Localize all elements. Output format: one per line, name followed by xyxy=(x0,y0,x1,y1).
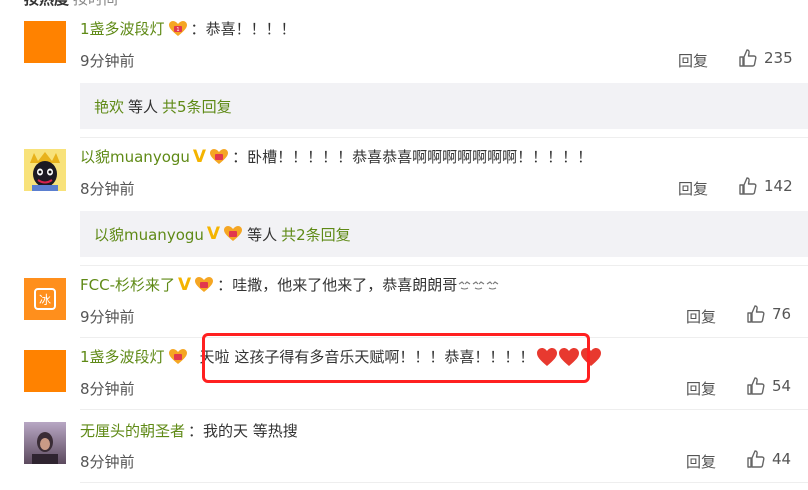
reply-button[interactable]: 回复 xyxy=(678,178,708,199)
replies-box[interactable]: 艳欢 等人 共5条回复 xyxy=(80,83,808,129)
svg-text:冰: 冰 xyxy=(39,293,51,307)
fan-badge-icon xyxy=(224,226,243,241)
comment-line: 无厘头的朝圣者 ： 我的天 等热搜 xyxy=(80,420,298,442)
reply-count-link[interactable]: 共2条回复 xyxy=(281,224,351,245)
avatar[interactable] xyxy=(24,21,66,63)
reply-box-plain: 等人 xyxy=(128,97,159,116)
thumbs-up-icon xyxy=(739,49,757,67)
replies-box[interactable]: 以貌muanyogu V 等人 共2条回复 xyxy=(80,211,808,257)
timestamp: 9分钟前 xyxy=(80,308,135,326)
fan-badge-icon xyxy=(168,349,187,364)
timestamp: 8分钟前 xyxy=(80,180,135,198)
sort-tabs-cut: 按热度按时间 xyxy=(24,0,118,9)
divider xyxy=(80,137,808,138)
like-count: 54 xyxy=(772,377,792,395)
timestamp: 8分钟前 xyxy=(80,453,135,471)
shy-face-icon xyxy=(486,280,499,290)
avatar-image: 冰 xyxy=(24,278,66,320)
avatar-image xyxy=(24,422,66,464)
reply-user-link[interactable]: 以貌muanyogu xyxy=(94,224,204,245)
avatar[interactable] xyxy=(24,350,66,392)
username-link[interactable]: 1盏多波段灯 xyxy=(80,346,165,368)
like-button[interactable]: 76 xyxy=(746,304,791,324)
username-link[interactable]: FCC-杉杉来了 xyxy=(80,274,175,296)
fan-badge-icon xyxy=(210,149,229,164)
comment-text: 我的天 等热搜 xyxy=(203,422,298,440)
comment-line: 以貌muanyogu V ： 卧槽！！！！！恭喜恭喜啊啊啊啊啊啊啊！！！！！ xyxy=(80,146,592,168)
comment-line: 1盏多波段灯 1 ： 恭喜！！！！ xyxy=(80,18,296,40)
highlight-box xyxy=(202,333,590,383)
divider xyxy=(80,482,808,483)
username-link[interactable]: 无厘头的朝圣者 xyxy=(80,420,185,442)
reply-user-link[interactable]: 艳欢 xyxy=(94,96,124,117)
comment-text: 卧槽！！！！！恭喜恭喜啊啊啊啊啊啊啊！！！！！ xyxy=(247,148,593,166)
like-button[interactable]: 142 xyxy=(738,176,793,196)
like-count: 142 xyxy=(764,177,793,195)
comment-text: 恭喜！！！！ xyxy=(205,20,296,38)
verified-v-icon: V xyxy=(178,275,192,295)
reply-button[interactable]: 回复 xyxy=(686,378,716,399)
shy-face-icon xyxy=(472,280,485,290)
thumbs-up-icon xyxy=(747,450,765,468)
fan-badge-icon xyxy=(195,277,214,292)
verified-v-icon: V xyxy=(206,224,221,244)
sort-hot-tab[interactable]: 按热度 xyxy=(24,0,69,8)
reply-button[interactable]: 回复 xyxy=(678,50,708,71)
comment-text: 哇撒，他来了他来了，恭喜朗朗哥 xyxy=(232,276,458,294)
svg-text:1: 1 xyxy=(176,27,179,33)
thumbs-up-icon xyxy=(747,305,765,323)
like-button[interactable]: 54 xyxy=(746,376,791,396)
avatar[interactable]: 冰 xyxy=(24,278,66,320)
reply-box-plain: 等人 xyxy=(247,225,278,244)
comment-line: FCC-杉杉来了 V ： 哇撒，他来了他来了，恭喜朗朗哥 xyxy=(80,274,499,296)
like-button[interactable]: 44 xyxy=(746,449,791,469)
like-button[interactable]: 235 xyxy=(738,48,793,68)
avatar-image xyxy=(24,149,66,191)
reply-button[interactable]: 回复 xyxy=(686,306,716,327)
reply-button[interactable]: 回复 xyxy=(686,451,716,472)
like-count: 235 xyxy=(764,49,793,67)
shy-face-icon xyxy=(458,280,471,290)
timestamp: 9分钟前 xyxy=(80,52,135,70)
thumbs-up-icon xyxy=(739,177,757,195)
sort-time-tab[interactable]: 按时间 xyxy=(73,0,118,8)
thumbs-up-icon xyxy=(747,377,765,395)
avatar[interactable] xyxy=(24,149,66,191)
verified-v-icon: V xyxy=(192,147,207,167)
colon: ： xyxy=(232,148,248,166)
fan-badge-icon: 1 xyxy=(168,21,187,36)
like-count: 44 xyxy=(772,450,792,468)
username-link[interactable]: 以貌muanyogu xyxy=(80,146,190,168)
colon: ： xyxy=(190,20,206,38)
divider xyxy=(80,409,808,410)
like-count: 76 xyxy=(772,305,792,323)
avatar[interactable] xyxy=(24,422,66,464)
divider xyxy=(80,265,808,266)
colon: ： xyxy=(188,422,204,440)
reply-count-link[interactable]: 共5条回复 xyxy=(162,96,232,117)
colon: ： xyxy=(217,276,233,294)
username-link[interactable]: 1盏多波段灯 xyxy=(80,18,165,40)
timestamp: 8分钟前 xyxy=(80,380,135,398)
